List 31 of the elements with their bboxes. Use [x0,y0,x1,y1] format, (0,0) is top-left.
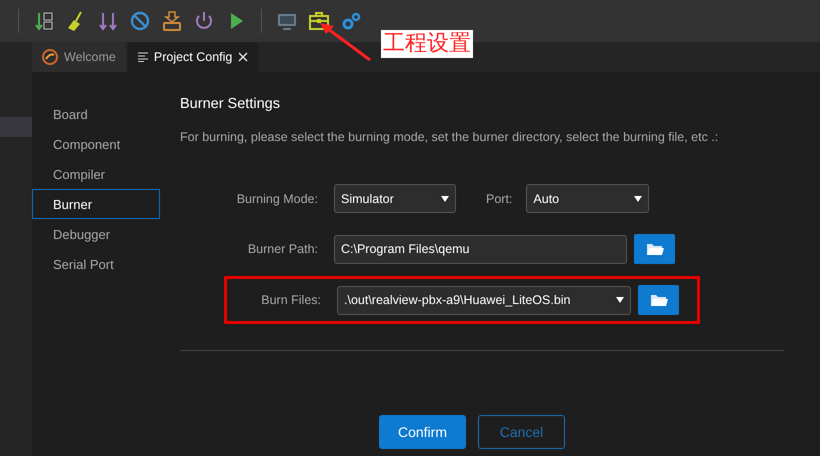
sidebar-item[interactable]: Debugger [32,219,160,249]
confirm-button[interactable]: Confirm [379,415,466,449]
sidebar-item[interactable]: Serial Port [32,249,160,279]
field-label: Burner Path: [246,242,318,256]
editor-tab[interactable]: Welcome [32,42,126,72]
caret-icon [441,196,449,202]
sidebar-item[interactable]: Compiler [32,159,160,189]
sidebar-item[interactable]: Component [32,129,160,159]
sidebar-item[interactable]: Burner [32,189,160,219]
section-description: For burning, please select the burning mode, set the burner directory, select the burning file, etc .: [180,130,720,144]
field-label: Port: [486,192,512,206]
annotation-label: 工程设置 [381,30,473,58]
folder-icon [646,242,664,256]
path-input[interactable]: C:\Program Files\qemu [334,234,627,264]
port-select[interactable]: Auto [526,184,650,213]
field-label: Burning Mode: [236,192,318,206]
mode-select[interactable]: Simulator [334,184,456,213]
section-title: Burner Settings [180,96,281,112]
browse-button[interactable] [638,285,679,315]
arrow-annotation [318,20,372,62]
caret-icon [634,196,642,202]
browse-button[interactable] [634,234,675,264]
editor-tab[interactable]: Project Config [128,42,258,72]
caret-icon [616,297,624,303]
sidebar-item[interactable]: Board [32,99,160,129]
file-select[interactable]: .\out\realview-pbx-a9\Huawei_LiteOS.bin [337,286,631,314]
logo-icon [42,49,58,65]
list-icon [138,52,148,62]
field-label: Burn Files: [260,293,321,307]
folder-icon [650,293,668,307]
close-icon[interactable] [238,52,248,62]
